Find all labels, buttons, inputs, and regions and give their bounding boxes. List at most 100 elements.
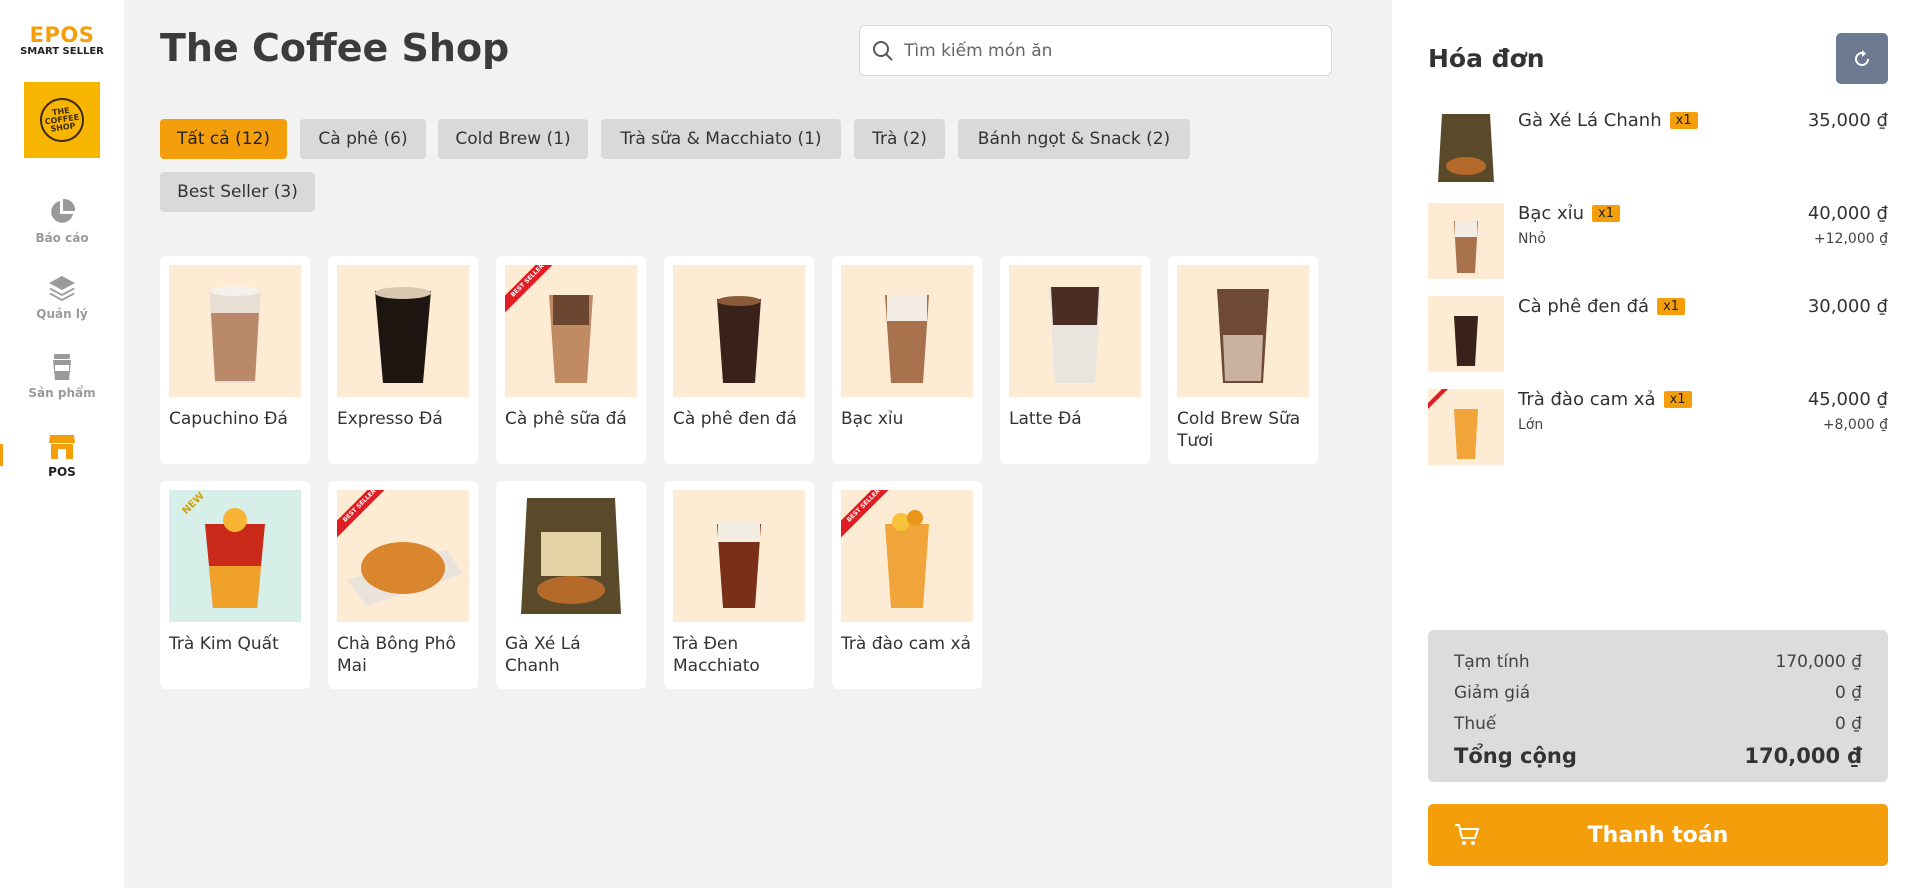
- tab-tea[interactable]: Trà (2): [854, 119, 945, 159]
- sidebar: EPOS SMART SELLER THE COFFEE SHOP Báo cá…: [0, 0, 124, 888]
- nav-item-pos[interactable]: POS: [0, 431, 124, 479]
- product-name: Trà Đen Macchiato: [673, 634, 760, 676]
- tab-milk-tea[interactable]: Trà sữa & Macchiato (1): [601, 119, 841, 159]
- order-item[interactable]: Cà phê đen đá x1 30,000 ₫: [1428, 296, 1888, 372]
- product-image: [169, 265, 301, 397]
- shop-logo: THE COFFEE SHOP: [24, 82, 100, 158]
- order-item-extra-price: +8,000 ₫: [1822, 417, 1888, 433]
- checkout-button[interactable]: Thanh toán: [1428, 804, 1888, 866]
- order-item-option: Nhỏ: [1518, 231, 1546, 247]
- total-row: Tổng cộng 170,000 ₫: [1454, 744, 1862, 768]
- product-name: Cà phê sữa đá: [505, 409, 627, 429]
- order-item-name: Bạc xỉu x1: [1518, 203, 1621, 224]
- nav-item-label: Báo cáo: [35, 231, 89, 245]
- product-card[interactable]: Trà Đen Macchiato: [664, 481, 814, 689]
- checkout-label: Thanh toán: [1587, 822, 1729, 848]
- quantity-badge: x1: [1663, 391, 1692, 408]
- brand-subtitle: SMART SELLER: [20, 46, 104, 57]
- product-card[interactable]: Latte Đá: [1000, 256, 1150, 464]
- nav-item-label: Quản lý: [36, 307, 88, 321]
- product-name: Gà Xé Lá Chanh: [505, 634, 581, 676]
- total-label: Tổng cộng: [1454, 744, 1577, 768]
- tab-cold-brew[interactable]: Cold Brew (1): [438, 119, 588, 159]
- discount-value: 0 ₫: [1834, 683, 1862, 703]
- tab-coffee[interactable]: Cà phê (6): [300, 119, 426, 159]
- product-card[interactable]: Cold Brew Sữa Tươi: [1168, 256, 1318, 464]
- product-image: BEST SELLER: [505, 265, 637, 397]
- tax-value: 0 ₫: [1834, 714, 1862, 734]
- tax-row: Thuế 0 ₫: [1454, 714, 1862, 734]
- order-item[interactable]: Bạc xỉu x1 Nhỏ 40,000 ₫ +12,000 ₫: [1428, 203, 1888, 279]
- nav-item-management[interactable]: Quản lý: [0, 273, 124, 321]
- product-card[interactable]: Capuchino Đá: [160, 256, 310, 464]
- search-input[interactable]: [904, 40, 1324, 61]
- order-item-image: [1428, 389, 1504, 465]
- product-name: Chà Bông Phô Mai: [337, 634, 456, 676]
- cup-icon: [53, 354, 71, 380]
- page-title: The Coffee Shop: [160, 26, 510, 70]
- product-name: Expresso Đá: [337, 409, 443, 429]
- store-icon: [49, 435, 75, 459]
- pie-chart-icon: [51, 198, 76, 223]
- product-card[interactable]: Cà phê đen đá: [664, 256, 814, 464]
- order-item-price: 35,000 ₫: [1807, 110, 1888, 131]
- product-image: [1177, 265, 1309, 397]
- product-card[interactable]: Bạc xỉu: [832, 256, 982, 464]
- quantity-badge: x1: [1592, 205, 1621, 222]
- nav-item-products[interactable]: Sản phẩm: [0, 352, 124, 400]
- product-name: Cold Brew Sữa Tươi: [1177, 409, 1301, 451]
- layers-icon: [49, 276, 75, 301]
- product-name: Cà phê đen đá: [673, 409, 797, 429]
- order-item[interactable]: Gà Xé Lá Chanh x1 35,000 ₫: [1428, 110, 1888, 186]
- order-item-extra-price: +12,000 ₫: [1813, 231, 1888, 247]
- brand-name: EPOS: [29, 23, 95, 47]
- product-card[interactable]: NEW Trà Kim Quất: [160, 481, 310, 689]
- product-name: Trà Kim Quất: [169, 634, 279, 654]
- subtotal-label: Tạm tính: [1454, 652, 1530, 672]
- product-image: [673, 265, 805, 397]
- product-image: [1009, 265, 1141, 397]
- nav-item-label: Sản phẩm: [28, 386, 96, 400]
- subtotal-value: 170,000 ₫: [1775, 652, 1862, 672]
- product-name: Capuchino Đá: [169, 409, 288, 429]
- search-icon: [873, 40, 893, 61]
- product-name: Trà đào cam xả: [841, 634, 971, 654]
- order-item-name: Trà đào cam xả x1: [1518, 389, 1692, 410]
- nav-item-label: POS: [48, 465, 76, 479]
- tab-best-seller[interactable]: Best Seller (3): [160, 172, 315, 212]
- main-panel: The Coffee Shop Tất cả (12) Cà phê (6) C…: [124, 0, 1392, 888]
- refresh-icon: [1855, 49, 1869, 66]
- quantity-badge: x1: [1669, 112, 1698, 129]
- order-item-image: [1428, 296, 1504, 372]
- product-image: BEST SELLER: [841, 490, 973, 622]
- quantity-badge: x1: [1657, 298, 1686, 315]
- order-item-name: Gà Xé Lá Chanh x1: [1518, 110, 1698, 131]
- active-nav-indicator: [0, 444, 3, 466]
- product-card[interactable]: Gà Xé Lá Chanh: [496, 481, 646, 689]
- product-name: Latte Đá: [1009, 409, 1082, 429]
- order-item-name-text: Cà phê đen đá: [1518, 296, 1650, 317]
- brand-logo: EPOS SMART SELLER: [0, 24, 124, 58]
- order-item-image: [1428, 203, 1504, 279]
- product-card[interactable]: BEST SELLER Chà Bông Phô Mai: [328, 481, 478, 689]
- order-item-name-text: Gà Xé Lá Chanh: [1518, 110, 1662, 131]
- order-item-price: 40,000 ₫: [1807, 203, 1888, 224]
- search-box[interactable]: [859, 25, 1332, 76]
- order-item[interactable]: Trà đào cam xả x1 Lớn 45,000 ₫ +8,000 ₫: [1428, 389, 1888, 465]
- order-summary: Tạm tính 170,000 ₫ Giảm giá 0 ₫ Thuế 0 ₫…: [1428, 630, 1888, 782]
- order-item-name-text: Bạc xỉu: [1518, 203, 1585, 224]
- product-image: [673, 490, 805, 622]
- order-title: Hóa đơn: [1428, 44, 1545, 73]
- total-value: 170,000 ₫: [1744, 744, 1862, 768]
- product-image: [505, 490, 637, 622]
- discount-label: Giảm giá: [1454, 683, 1531, 703]
- nav-item-reports[interactable]: Báo cáo: [0, 197, 124, 245]
- tab-all[interactable]: Tất cả (12): [160, 119, 287, 159]
- refresh-button[interactable]: [1836, 33, 1888, 84]
- product-card[interactable]: Expresso Đá: [328, 256, 478, 464]
- order-item-price: 30,000 ₫: [1807, 296, 1888, 317]
- product-image: NEW: [169, 490, 301, 622]
- product-card[interactable]: BEST SELLER Trà đào cam xả: [832, 481, 982, 689]
- tab-cakes-snack[interactable]: Bánh ngọt & Snack (2): [958, 119, 1190, 159]
- product-card[interactable]: BEST SELLER Cà phê sữa đá: [496, 256, 646, 464]
